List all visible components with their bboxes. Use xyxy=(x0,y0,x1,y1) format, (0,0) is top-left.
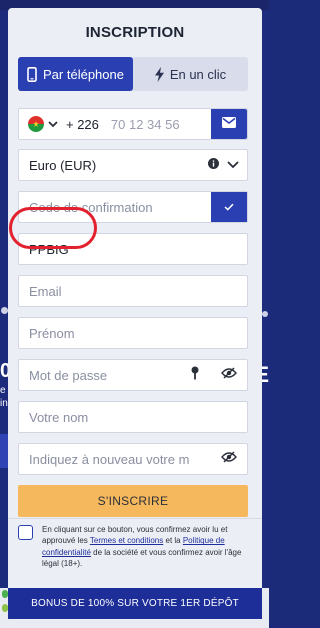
eye-slash-icon[interactable] xyxy=(221,366,237,384)
carousel-dot[interactable] xyxy=(1,307,8,314)
terms-link[interactable]: Termes et conditions xyxy=(90,536,163,545)
tab-phone[interactable]: Par téléphone xyxy=(18,57,133,91)
confirm-code-button[interactable] xyxy=(211,192,247,222)
password-field[interactable]: Mot de passe xyxy=(18,359,248,391)
last-name-placeholder: Votre nom xyxy=(29,409,89,425)
phone-icon xyxy=(27,66,37,82)
key-icon[interactable] xyxy=(191,366,199,385)
tab-label: En un clic xyxy=(169,66,227,82)
carousel-dot[interactable] xyxy=(262,311,268,317)
email-placeholder: Email xyxy=(29,283,62,299)
country-code: + 226 xyxy=(66,116,99,132)
email-field[interactable]: Email xyxy=(18,275,248,307)
envelope-icon xyxy=(222,115,236,133)
bonus-banner[interactable]: BONUS DE 100% SUR VOTRE 1ER DÉPÔT xyxy=(8,588,262,619)
consent-text: En cliquant sur ce bouton, vous confirme… xyxy=(42,525,242,569)
checkmark-icon xyxy=(224,198,234,216)
registration-tabs: Par téléphone En un clic xyxy=(18,57,248,91)
currency-value: Euro (EUR) xyxy=(29,157,97,173)
email-toggle-button[interactable] xyxy=(211,109,247,139)
highlight-circle xyxy=(9,207,97,249)
background-text-fragment: e in xyxy=(0,385,8,409)
background-button-fragment[interactable] xyxy=(0,434,8,468)
info-icon[interactable] xyxy=(208,156,219,174)
password-placeholder: Mot de passe xyxy=(29,367,108,383)
consent-checkbox[interactable] xyxy=(18,525,33,540)
repeat-password-placeholder: Indiquez à nouveau votre m xyxy=(29,451,190,467)
first-name-field[interactable]: Prénom xyxy=(18,317,248,349)
registration-modal: INSCRIPTION Par téléphone En un clic + 2… xyxy=(8,8,262,620)
tab-one-click[interactable]: En un clic xyxy=(133,57,248,91)
chevron-down-icon[interactable] xyxy=(48,115,58,133)
register-button[interactable]: S'INSCRIRE xyxy=(18,485,248,517)
divider xyxy=(8,518,262,519)
phone-input[interactable]: 70 12 34 56 xyxy=(99,117,180,132)
burkina-faso-flag-icon[interactable] xyxy=(28,116,44,132)
modal-title: INSCRIPTION xyxy=(85,24,185,41)
eye-slash-icon[interactable] xyxy=(221,450,237,468)
chevron-down-icon xyxy=(227,156,239,174)
currency-select[interactable]: Euro (EUR) xyxy=(18,149,248,181)
last-name-field[interactable]: Votre nom xyxy=(18,401,248,433)
lightning-icon xyxy=(154,66,164,82)
phone-field: + 226 70 12 34 56 xyxy=(18,108,248,140)
tab-label: Par téléphone xyxy=(43,66,124,82)
first-name-placeholder: Prénom xyxy=(29,325,75,341)
consent-row: En cliquant sur ce bouton, vous confirme… xyxy=(18,524,248,570)
repeat-password-field[interactable]: Indiquez à nouveau votre m xyxy=(18,443,248,475)
